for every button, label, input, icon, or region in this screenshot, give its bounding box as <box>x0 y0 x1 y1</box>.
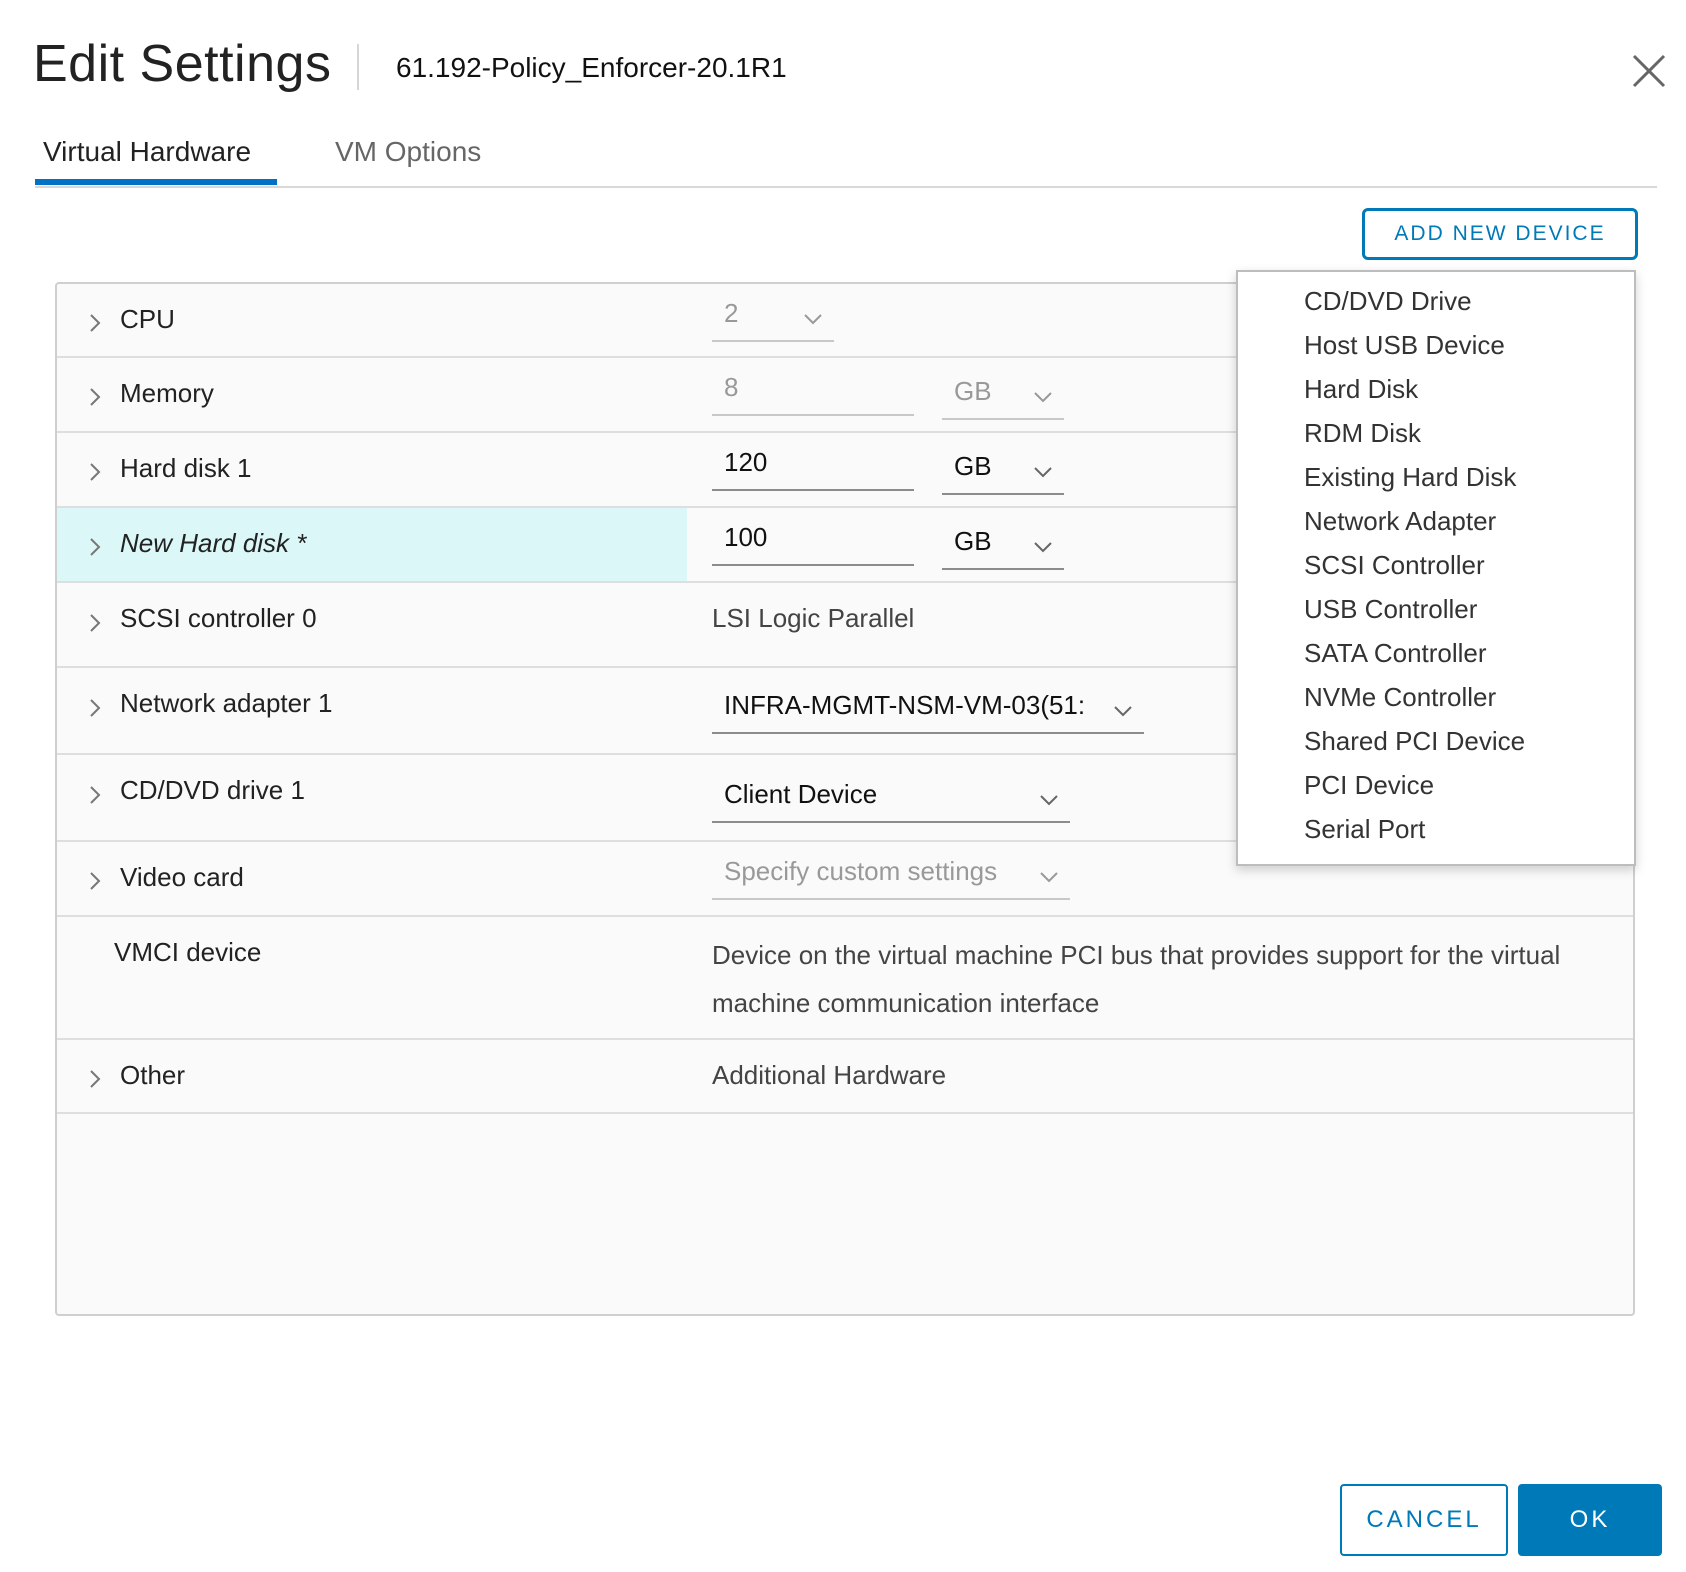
network-adapter-value: INFRA-MGMT-NSM-VM-03(51: <box>724 690 1086 720</box>
cd-dvd-label: CD/DVD drive 1 <box>120 775 305 805</box>
menu-item-rdm-disk[interactable]: RDM Disk <box>1304 418 1421 449</box>
memory-input[interactable]: 8 <box>712 368 914 416</box>
chevron-right-icon[interactable] <box>87 611 103 635</box>
hardware-row-other: Other Additional Hardware <box>57 1040 1633 1114</box>
menu-item-shared-pci-device[interactable]: Shared PCI Device <box>1304 726 1525 757</box>
chevron-down-icon <box>1034 392 1052 403</box>
video-card-select[interactable]: Specify custom settings <box>712 852 1070 900</box>
title-divider <box>357 44 359 90</box>
menu-item-hard-disk[interactable]: Hard Disk <box>1304 374 1418 405</box>
menu-item-cd-dvd-drive[interactable]: CD/DVD Drive <box>1304 286 1472 317</box>
ok-button[interactable]: OK <box>1518 1484 1662 1556</box>
vm-name: 61.192-Policy_Enforcer-20.1R1 <box>396 52 787 83</box>
hard-disk-1-size-input[interactable]: 120 <box>712 443 914 491</box>
new-hard-disk-unit: GB <box>954 526 992 556</box>
chevron-right-icon[interactable] <box>87 1067 103 1091</box>
tabs-divider <box>35 186 1657 188</box>
cancel-button[interactable]: CANCEL <box>1340 1484 1508 1556</box>
cpu-label: CPU <box>120 304 175 334</box>
chevron-down-icon <box>1034 467 1052 478</box>
hard-disk-1-unit: GB <box>954 451 992 481</box>
menu-item-serial-port[interactable]: Serial Port <box>1304 814 1425 845</box>
cd-dvd-select[interactable]: Client Device <box>712 775 1070 823</box>
add-new-device-button[interactable]: ADD NEW DEVICE <box>1362 208 1638 260</box>
hardware-row-vmci: VMCI device Device on the virtual machin… <box>57 917 1633 1040</box>
active-tab-indicator <box>35 179 277 185</box>
chevron-right-icon[interactable] <box>87 460 103 484</box>
other-value: Additional Hardware <box>712 1060 947 1090</box>
cpu-value: 2 <box>724 298 739 328</box>
chevron-right-icon[interactable] <box>87 385 103 409</box>
video-card-label: Video card <box>120 862 244 892</box>
chevron-right-icon[interactable] <box>87 696 103 720</box>
chevron-down-icon <box>804 314 822 325</box>
menu-item-sata-controller[interactable]: SATA Controller <box>1304 638 1487 669</box>
menu-item-pci-device[interactable]: PCI Device <box>1304 770 1434 801</box>
memory-unit: GB <box>954 376 992 406</box>
new-hard-disk-unit-select[interactable]: GB <box>942 522 1064 570</box>
menu-item-scsi-controller[interactable]: SCSI Controller <box>1304 550 1485 581</box>
chevron-down-icon <box>1114 706 1132 717</box>
chevron-right-icon[interactable] <box>87 869 103 893</box>
memory-unit-select[interactable]: GB <box>942 372 1064 420</box>
hard-disk-1-label: Hard disk 1 <box>120 453 252 483</box>
new-hard-disk-value: 100 <box>724 522 768 552</box>
chevron-right-icon[interactable] <box>87 311 103 335</box>
menu-item-usb-controller[interactable]: USB Controller <box>1304 594 1477 625</box>
hard-disk-1-unit-select[interactable]: GB <box>942 447 1064 495</box>
dialog-title: Edit Settings <box>33 35 332 93</box>
vmci-label: VMCI device <box>114 937 262 967</box>
chevron-down-icon <box>1034 542 1052 553</box>
menu-item-existing-hard-disk[interactable]: Existing Hard Disk <box>1304 462 1516 493</box>
chevron-down-icon <box>1040 795 1058 806</box>
memory-label: Memory <box>120 378 214 408</box>
network-adapter-select[interactable]: INFRA-MGMT-NSM-VM-03(51: <box>712 686 1144 734</box>
other-label: Other <box>120 1060 186 1090</box>
new-hard-disk-size-input[interactable]: 100 <box>712 518 914 566</box>
tab-vm-options[interactable]: VM Options <box>335 136 481 168</box>
video-card-value: Specify custom settings <box>724 856 998 886</box>
chevron-right-icon[interactable] <box>87 535 103 559</box>
chevron-right-icon[interactable] <box>87 783 103 807</box>
close-button[interactable] <box>1626 48 1672 94</box>
close-icon <box>1632 54 1666 88</box>
scsi-controller-value: LSI Logic Parallel <box>712 603 915 633</box>
scsi-controller-label: SCSI controller 0 <box>120 603 317 633</box>
new-hard-disk-label: New Hard disk * <box>120 528 307 558</box>
memory-value: 8 <box>724 372 739 402</box>
hard-disk-1-value: 120 <box>724 447 768 477</box>
menu-item-nvme-controller[interactable]: NVMe Controller <box>1304 682 1496 713</box>
menu-item-network-adapter[interactable]: Network Adapter <box>1304 506 1496 537</box>
chevron-down-icon <box>1040 872 1058 883</box>
cpu-select[interactable]: 2 <box>712 294 834 342</box>
add-device-menu: CD/DVD Drive Host USB Device Hard Disk R… <box>1236 270 1636 866</box>
vmci-description: Device on the virtual machine PCI bus th… <box>712 940 1561 1018</box>
cd-dvd-value: Client Device <box>724 779 878 809</box>
network-adapter-label: Network adapter 1 <box>120 688 333 718</box>
tab-virtual-hardware[interactable]: Virtual Hardware <box>43 136 251 168</box>
menu-item-host-usb-device[interactable]: Host USB Device <box>1304 330 1505 361</box>
